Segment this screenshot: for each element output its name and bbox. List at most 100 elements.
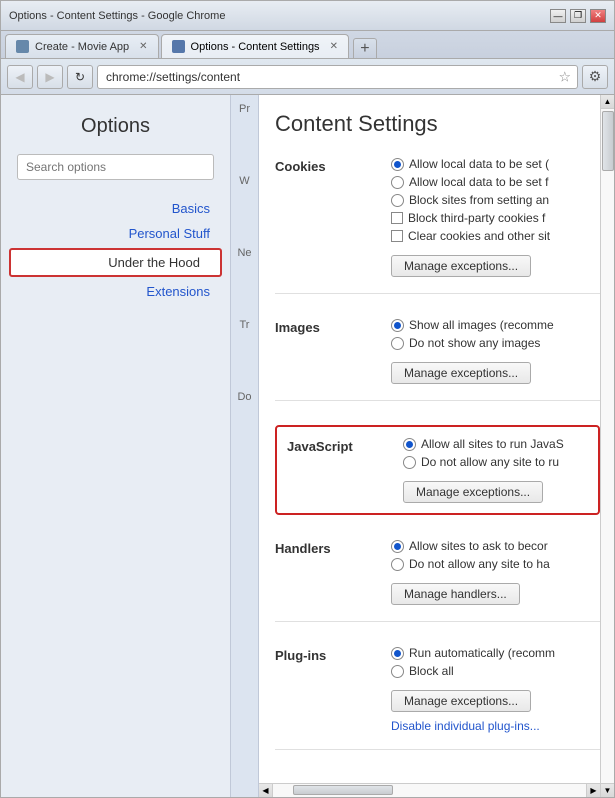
radio-handlers-1[interactable] xyxy=(391,558,404,571)
radio-js-0[interactable] xyxy=(403,438,416,451)
radio-plugins-1[interactable] xyxy=(391,665,404,678)
plugins-manage-button[interactable]: Manage exceptions... xyxy=(391,690,531,712)
title-bar-controls: — ❐ ✕ xyxy=(550,9,606,23)
cookies-row: Cookies Allow local data to be set ( All… xyxy=(275,157,600,277)
star-icon[interactable]: ☆ xyxy=(558,68,571,85)
disable-plugins-link[interactable]: Disable individual plug-ins... xyxy=(391,719,540,733)
radio-plugins-0[interactable] xyxy=(391,647,404,660)
horizontal-scrollbar: ◀ ▶ xyxy=(259,783,600,797)
cookies-option-1-text: Allow local data to be set f xyxy=(409,175,548,189)
sidebar-item-under-the-hood[interactable]: Under the Hood xyxy=(9,248,222,277)
plugins-options: Run automatically (recomm Block all Mana… xyxy=(391,646,600,733)
cookies-option-3: Block third-party cookies f xyxy=(391,211,600,225)
cookies-option-4-text: Clear cookies and other sit xyxy=(408,229,550,243)
title-bar-text: Options - Content Settings - Google Chro… xyxy=(9,10,225,22)
cookies-label: Cookies xyxy=(275,157,375,277)
section-plugins: Plug-ins Run automatically (recomm Block… xyxy=(275,646,600,750)
images-option-0: Show all images (recomme xyxy=(391,318,600,332)
plugins-label: Plug-ins xyxy=(275,646,375,733)
section-label-pr: Pr xyxy=(239,103,250,115)
handlers-option-0-text: Allow sites to ask to becor xyxy=(409,539,548,553)
tab-close-icon[interactable]: ✕ xyxy=(139,41,147,52)
checkbox-cookies-4[interactable] xyxy=(391,230,403,242)
sidebar-item-personal-stuff[interactable]: Personal Stuff xyxy=(1,221,230,246)
radio-cookies-0[interactable] xyxy=(391,158,404,171)
images-label: Images xyxy=(275,318,375,384)
cookies-manage-button[interactable]: Manage exceptions... xyxy=(391,255,531,277)
h-scroll-left-btn[interactable]: ◀ xyxy=(259,784,273,798)
images-row: Images Show all images (recomme Do not s… xyxy=(275,318,600,384)
content-area[interactable]: Content Settings Cookies Allow local dat… xyxy=(259,95,600,783)
tab-label-active: Options - Content Settings xyxy=(191,41,320,53)
images-options: Show all images (recomme Do not show any… xyxy=(391,318,600,384)
section-label-ne: Ne xyxy=(237,247,251,259)
tab-options-content[interactable]: Options - Content Settings ✕ xyxy=(161,34,349,58)
cookies-option-1: Allow local data to be set f xyxy=(391,175,600,189)
title-bar: Options - Content Settings - Google Chro… xyxy=(1,1,614,31)
scroll-thumb[interactable] xyxy=(602,111,614,171)
handlers-option-1-text: Do not allow any site to ha xyxy=(409,557,550,571)
scroll-down-button[interactable]: ▼ xyxy=(601,783,615,797)
cookies-option-0: Allow local data to be set ( xyxy=(391,157,600,171)
section-labels-strip: Pr W Ne Tr Do xyxy=(231,95,259,797)
radio-images-1[interactable] xyxy=(391,337,404,350)
sidebar-item-extensions[interactable]: Extensions xyxy=(1,279,230,304)
main-area: Options Basics Personal Stuff Under the … xyxy=(1,95,614,797)
javascript-option-1-text: Do not allow any site to ru xyxy=(421,455,559,469)
radio-cookies-2[interactable] xyxy=(391,194,404,207)
images-option-0-text: Show all images (recomme xyxy=(409,318,554,332)
section-javascript: JavaScript Allow all sites to run JavaS … xyxy=(275,425,600,515)
nav-bar: ◀ ▶ ↻ chrome://settings/content ☆ ⚙ xyxy=(1,59,614,95)
refresh-button[interactable]: ↻ xyxy=(67,65,93,89)
plugins-row: Plug-ins Run automatically (recomm Block… xyxy=(275,646,600,733)
images-option-1: Do not show any images xyxy=(391,336,600,350)
javascript-manage-button[interactable]: Manage exceptions... xyxy=(403,481,543,503)
section-images: Images Show all images (recomme Do not s… xyxy=(275,318,600,401)
h-scroll-thumb[interactable] xyxy=(293,785,393,795)
search-box-wrapper xyxy=(1,154,230,196)
wrench-button[interactable]: ⚙ xyxy=(582,65,608,89)
radio-js-1[interactable] xyxy=(403,456,416,469)
radio-cookies-1[interactable] xyxy=(391,176,404,189)
javascript-option-0-text: Allow all sites to run JavaS xyxy=(421,437,564,451)
handlers-options: Allow sites to ask to becor Do not allow… xyxy=(391,539,600,605)
section-label-tr: Tr xyxy=(240,319,250,331)
address-bar[interactable]: chrome://settings/content ☆ xyxy=(97,65,578,89)
handlers-option-1: Do not allow any site to ha xyxy=(391,557,600,571)
sidebar-item-basics[interactable]: Basics xyxy=(1,196,230,221)
images-manage-button[interactable]: Manage exceptions... xyxy=(391,362,531,384)
sidebar: Options Basics Personal Stuff Under the … xyxy=(1,95,231,797)
browser-window: Options - Content Settings - Google Chro… xyxy=(0,0,615,798)
h-scroll-right-btn[interactable]: ▶ xyxy=(586,784,600,798)
tab-create-movie[interactable]: Create - Movie App ✕ xyxy=(5,34,159,58)
content-scroll: Content Settings Cookies Allow local dat… xyxy=(259,95,600,783)
cookies-option-3-text: Block third-party cookies f xyxy=(408,211,545,225)
tab-close-active-icon[interactable]: ✕ xyxy=(330,41,338,52)
back-button[interactable]: ◀ xyxy=(7,65,33,89)
checkbox-cookies-3[interactable] xyxy=(391,212,403,224)
content-wrapper: Content Settings Cookies Allow local dat… xyxy=(259,95,600,797)
close-button[interactable]: ✕ xyxy=(590,9,606,23)
plugins-option-1: Block all xyxy=(391,664,600,678)
restore-button[interactable]: ❐ xyxy=(570,9,586,23)
tab-label: Create - Movie App xyxy=(35,41,129,53)
images-option-1-text: Do not show any images xyxy=(409,336,540,350)
cookies-option-0-text: Allow local data to be set ( xyxy=(409,157,549,171)
handlers-row: Handlers Allow sites to ask to becor Do … xyxy=(275,539,600,605)
handlers-label: Handlers xyxy=(275,539,375,605)
javascript-row: JavaScript Allow all sites to run JavaS … xyxy=(287,437,588,503)
section-cookies: Cookies Allow local data to be set ( All… xyxy=(275,157,600,294)
minimize-button[interactable]: — xyxy=(550,9,566,23)
cookies-options: Allow local data to be set ( Allow local… xyxy=(391,157,600,277)
new-tab-button[interactable]: + xyxy=(353,38,377,58)
movie-tab-icon xyxy=(16,40,29,53)
handlers-option-0: Allow sites to ask to becor xyxy=(391,539,600,553)
scroll-up-button[interactable]: ▲ xyxy=(601,95,615,109)
forward-button[interactable]: ▶ xyxy=(37,65,63,89)
search-input[interactable] xyxy=(17,154,214,180)
javascript-option-0: Allow all sites to run JavaS xyxy=(403,437,588,451)
handlers-manage-button[interactable]: Manage handlers... xyxy=(391,583,520,605)
radio-handlers-0[interactable] xyxy=(391,540,404,553)
vertical-scrollbar: ▲ ▼ xyxy=(600,95,614,797)
radio-images-0[interactable] xyxy=(391,319,404,332)
